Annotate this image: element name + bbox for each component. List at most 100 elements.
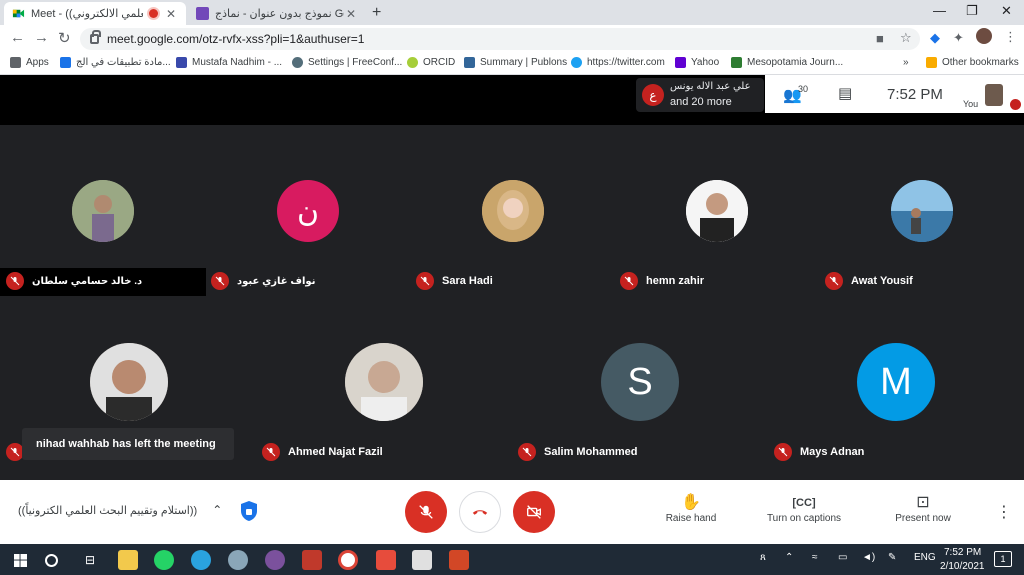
bookmark-apps[interactable]: Apps	[10, 57, 49, 68]
presenter-more: and 20 more	[670, 96, 732, 108]
app-icon[interactable]	[412, 550, 432, 570]
language-indicator[interactable]: ENG	[914, 552, 936, 563]
captions-icon: [CC]	[792, 497, 816, 509]
bookmark-item[interactable]: Mustafa Nadhim - ...	[176, 57, 282, 68]
participant-avatar	[345, 343, 423, 421]
app-icon[interactable]	[228, 550, 248, 570]
participant-name: Sara Hadi	[442, 275, 493, 287]
task-view-icon[interactable]: ⊟	[80, 550, 100, 570]
bookmark-item[interactable]: ORCID	[407, 57, 455, 68]
camera-off-icon	[527, 505, 541, 519]
viber-icon[interactable]	[265, 550, 285, 570]
presenter-chip[interactable]: ع علي عبد الاله يونس and 20 more	[636, 78, 764, 112]
meet-icon	[12, 7, 25, 20]
windows-start-icon[interactable]	[10, 550, 30, 570]
bookmark-label: https://twitter.com	[587, 57, 665, 68]
reload-icon[interactable]: ↻	[58, 29, 71, 47]
notifications-icon[interactable]: 1	[994, 551, 1012, 567]
taskbar-date[interactable]: 2/10/2021	[940, 561, 985, 572]
address-bar[interactable]: meet.google.com/otz-rvfx-xss?pli=1&authu…	[80, 28, 920, 50]
raise-hand-button[interactable]: ✋ Raise hand	[660, 493, 722, 524]
volume-icon[interactable]: ◄)	[862, 552, 875, 563]
bookmark-label: Yahoo	[691, 57, 720, 68]
forward-arrow-icon[interactable]: →	[34, 29, 49, 46]
browser-toolbar: ← → ↻ meet.google.com/otz-rvfx-xss?pli=1…	[0, 25, 1024, 53]
file-explorer-icon[interactable]	[118, 550, 138, 570]
participant-name: د. خالد حسامي سلطان	[32, 275, 143, 287]
twitter-icon	[571, 57, 582, 68]
shield-lock-icon[interactable]	[239, 500, 259, 522]
bookmarks-overflow-icon[interactable]: »	[903, 57, 909, 68]
taskbar-time[interactable]: 7:52 PM	[944, 547, 981, 558]
camera-icon[interactable]: ■	[876, 31, 884, 46]
bookmark-item[interactable]: مادة تطبيقات في الج...	[60, 57, 171, 68]
chrome-icon[interactable]	[338, 550, 358, 570]
chat-icon[interactable]: ▤	[838, 84, 852, 102]
bookmark-item[interactable]: https://twitter.com	[571, 57, 665, 68]
bookmark-label: Settings | FreeConf...	[308, 57, 403, 68]
self-video-thumb[interactable]	[985, 84, 1003, 106]
captions-button[interactable]: [CC] Turn on captions	[760, 493, 848, 524]
bookmark-item[interactable]: Mesopotamia Journ...	[731, 57, 843, 68]
app-icon[interactable]	[302, 550, 322, 570]
powerpoint-icon[interactable]	[449, 550, 469, 570]
mic-toggle-button[interactable]	[405, 491, 447, 533]
participant-count: 30	[798, 84, 809, 94]
pen-icon[interactable]: ✎	[888, 552, 896, 563]
participant-name: Mays Adnan	[800, 446, 865, 458]
present-screen-icon: ⊡	[916, 494, 930, 511]
apps-grid-icon	[10, 57, 21, 68]
mic-off-icon	[262, 443, 280, 461]
meeting-name[interactable]: ((استلام وتقييم البحث العلمي الكترونياً)…	[18, 503, 222, 517]
self-mute-icon	[1010, 99, 1021, 110]
present-label: Present now	[895, 513, 951, 524]
wifi-icon[interactable]: ≈	[812, 552, 818, 563]
chevron-up-icon[interactable]: ⌃	[212, 503, 222, 517]
extension-icon[interactable]: ◆	[930, 30, 940, 46]
bookmark-label: Other bookmarks	[942, 57, 1019, 68]
participant-name: Salim Mohammed	[544, 446, 638, 458]
close-window-icon[interactable]: ✕	[1001, 3, 1012, 19]
participant-name-chip: Salim Mohammed	[518, 443, 638, 461]
present-now-button[interactable]: ⊡ Present now	[890, 493, 956, 524]
camera-toggle-button[interactable]	[513, 491, 555, 533]
app-icon[interactable]	[376, 550, 396, 570]
star-icon[interactable]: ☆	[900, 30, 912, 46]
puzzle-icon[interactable]: ✦	[953, 30, 964, 46]
lock-icon	[90, 30, 101, 44]
whatsapp-icon[interactable]	[154, 550, 174, 570]
bookmark-item[interactable]: Yahoo	[675, 57, 719, 68]
bookmark-label: Mesopotamia Journ...	[747, 57, 844, 68]
mic-off-icon	[211, 272, 229, 290]
meet-time: 7:52 PM	[887, 86, 943, 103]
folder-icon	[926, 57, 937, 68]
restore-icon[interactable]: ❐	[966, 3, 978, 19]
close-tab-icon[interactable]: ✕	[164, 7, 178, 21]
new-tab-button[interactable]: +	[372, 4, 381, 22]
profile-avatar[interactable]	[976, 28, 992, 44]
close-tab-icon[interactable]: ✕	[344, 7, 358, 21]
url-text: meet.google.com/otz-rvfx-xss?pli=1&authu…	[107, 32, 365, 46]
menu-dots-icon[interactable]: ⋮	[1004, 29, 1017, 45]
chevron-up-tray-icon[interactable]: ⌃	[785, 552, 793, 563]
tab-meet[interactable]: Meet - ((البحث العلمي الالكتروني ✕	[4, 2, 186, 25]
participant-name-chip: Sara Hadi	[416, 272, 493, 290]
forms-icon	[196, 7, 209, 20]
people-tray-icon[interactable]: ጸ	[760, 552, 766, 563]
back-arrow-icon[interactable]: ←	[10, 29, 25, 46]
more-options-icon[interactable]: ⋮	[996, 502, 1012, 522]
leave-call-button[interactable]	[459, 491, 501, 533]
orcid-icon	[407, 57, 418, 68]
hand-icon: ✋	[681, 494, 701, 511]
minimize-icon[interactable]: —	[933, 3, 946, 18]
bookmark-item[interactable]: Summary | Publons	[464, 57, 567, 68]
participant-name: Awat Yousif	[851, 275, 913, 287]
bookmark-item[interactable]: Settings | FreeConf...	[292, 57, 402, 68]
windows-taskbar: ⊟ ጸ ⌃ ≈ ▭ ◄) ✎ ENG 7:52 PM 2/10/2021 1	[0, 544, 1024, 575]
battery-icon[interactable]: ▭	[838, 552, 847, 563]
search-circle-icon[interactable]	[45, 554, 58, 567]
other-bookmarks[interactable]: Other bookmarks	[926, 57, 1019, 68]
telegram-icon[interactable]	[191, 550, 211, 570]
screen: Meet - ((البحث العلمي الالكتروني ✕ نموذج…	[0, 0, 1024, 575]
tab-forms[interactable]: نموذج بدون عنوان - نماذج Google ✕	[188, 2, 366, 25]
